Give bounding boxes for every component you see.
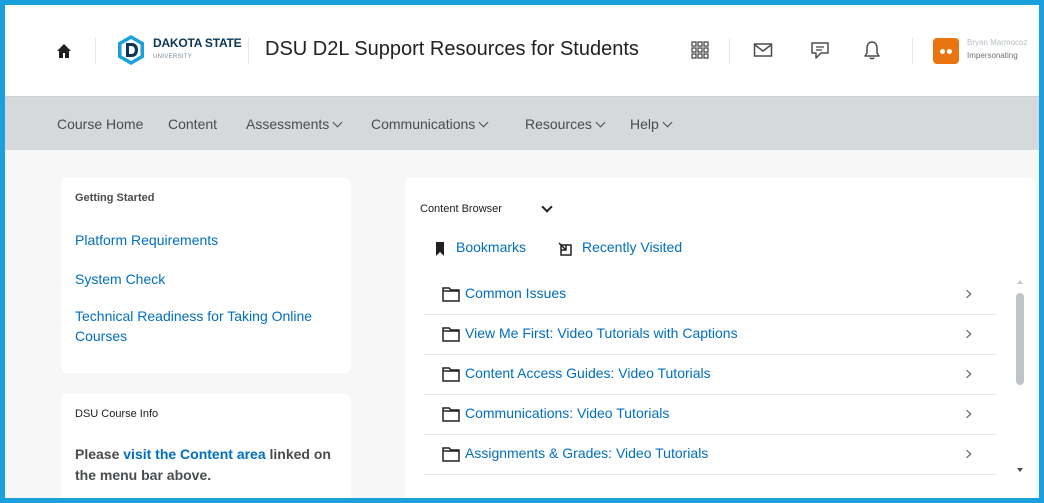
logo-subtext: UNIVERSITY <box>153 54 193 60</box>
course-navbar: Course Home Content Assessments Communic… <box>5 96 1039 150</box>
link-platform-requirements[interactable]: Platform Requirements <box>75 230 218 250</box>
content-item-row[interactable]: Assignments & Grades: Video Tutorials <box>424 435 996 475</box>
content-browser-title: Content Browser <box>420 203 502 215</box>
nav-resources[interactable]: Resources <box>525 116 606 132</box>
user-role: Impersonating <box>967 51 1018 60</box>
content-item-row[interactable]: Content Access Guides: Video Tutorials <box>424 355 996 395</box>
chevron-right-icon <box>962 449 972 459</box>
folder-icon <box>442 287 460 302</box>
user-name[interactable]: Bryan Marmocoz <box>967 38 1027 47</box>
header-divider <box>95 38 96 64</box>
content-item-label[interactable]: Communications: Video Tutorials <box>465 405 669 421</box>
chevron-right-icon <box>962 409 972 419</box>
content-item-label[interactable]: View Me First: Video Tutorials with Capt… <box>465 325 738 341</box>
folder-icon <box>442 447 460 462</box>
course-info-widget: DSU Course Info Please visit the Content… <box>61 394 351 498</box>
link-technical-readiness[interactable]: Technical Readiness for Taking Online Co… <box>75 306 315 346</box>
header-divider <box>248 38 249 64</box>
home-icon[interactable] <box>55 42 73 60</box>
bookmark-icon <box>436 242 444 256</box>
folder-icon <box>442 407 460 422</box>
chevron-down-icon <box>478 117 489 128</box>
recently-visited-icon <box>558 242 572 256</box>
getting-started-widget: Getting Started Platform Requirements Sy… <box>61 178 351 373</box>
grid-icon[interactable] <box>689 39 711 61</box>
logo-text: DAKOTA STATE UNIVERSITY <box>153 37 242 63</box>
content-item-row[interactable]: View Me First: Video Tutorials with Capt… <box>424 315 996 355</box>
scroll-down-icon <box>1017 468 1023 472</box>
nav-help[interactable]: Help <box>630 116 673 132</box>
chevron-right-icon <box>962 289 972 299</box>
content-item-row[interactable]: Common Issues <box>424 275 996 315</box>
content-scrollbar[interactable] <box>1013 275 1027 477</box>
folder-icon <box>442 367 460 382</box>
dsu-shield-icon <box>118 35 144 65</box>
browser-frame: DAKOTA STATE UNIVERSITY DSU D2L Support … <box>0 0 1044 503</box>
widget-title: Getting Started <box>75 192 155 204</box>
content-item-label[interactable]: Assignments & Grades: Video Tutorials <box>465 445 708 461</box>
nav-course-home[interactable]: Course Home <box>57 116 143 132</box>
link-content-area[interactable]: visit the Content area <box>123 446 265 462</box>
folder-icon <box>442 327 460 342</box>
chevron-down-icon <box>332 117 343 128</box>
recently-visited-link[interactable]: Recently Visited <box>582 239 682 255</box>
bell-icon[interactable] <box>861 39 883 61</box>
header-divider <box>729 38 730 64</box>
chevron-down-icon <box>595 117 606 128</box>
top-header: DAKOTA STATE UNIVERSITY DSU D2L Support … <box>5 5 1039 96</box>
chevron-right-icon <box>962 369 972 379</box>
course-info-text: Please visit the Content area linked on … <box>75 446 331 483</box>
header-divider <box>912 38 913 64</box>
course-title[interactable]: DSU D2L Support Resources for Students <box>265 38 639 61</box>
user-avatar[interactable] <box>933 38 959 64</box>
bookmarks-link[interactable]: Bookmarks <box>456 239 526 255</box>
nav-communications[interactable]: Communications <box>371 116 489 132</box>
scroll-up-icon <box>1017 280 1023 284</box>
chat-icon[interactable] <box>809 39 831 61</box>
dsu-logo[interactable]: DAKOTA STATE UNIVERSITY <box>115 34 242 66</box>
link-system-check[interactable]: System Check <box>75 269 165 289</box>
nav-assessments[interactable]: Assessments <box>246 116 343 132</box>
content-item-label[interactable]: Content Access Guides: Video Tutorials <box>465 365 711 381</box>
chevron-down-icon <box>662 117 673 128</box>
widget-title: DSU Course Info <box>75 408 159 420</box>
nav-content[interactable]: Content <box>168 116 217 132</box>
content-item-row[interactable]: Communications: Video Tutorials <box>424 395 996 435</box>
content-item-label[interactable]: Common Issues <box>465 285 566 301</box>
scroll-thumb <box>1016 293 1024 385</box>
chevron-right-icon <box>962 329 972 339</box>
mail-icon[interactable] <box>752 39 774 61</box>
